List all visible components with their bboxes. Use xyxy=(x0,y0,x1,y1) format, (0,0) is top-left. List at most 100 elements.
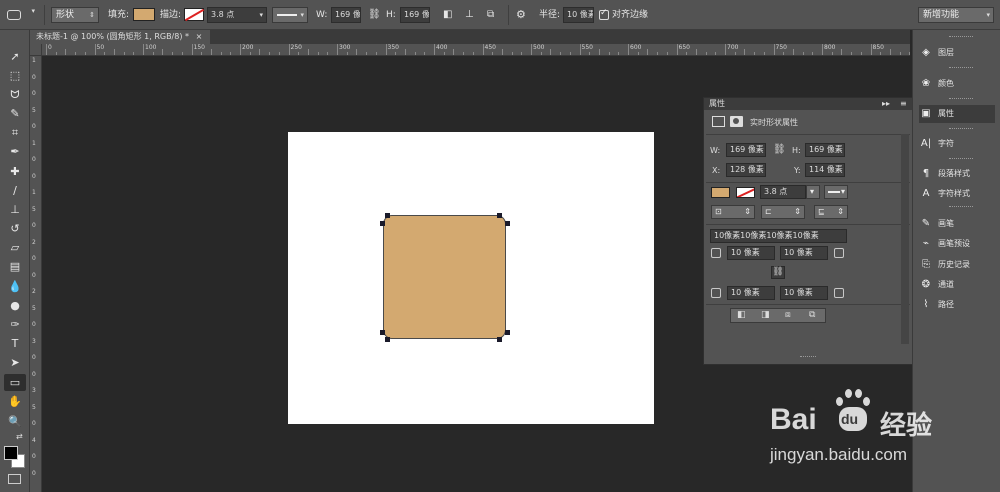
stroke-color-swatch[interactable] xyxy=(736,187,755,198)
dock-item-properties[interactable]: ▣ 属性 xyxy=(919,105,995,123)
link-icon[interactable]: ⛓ xyxy=(773,144,786,155)
dock-item-channels[interactable]: ❂ 通道 xyxy=(919,276,954,294)
stroke-width-dropdown[interactable]: ▾ xyxy=(806,185,820,199)
foreground-color-swatch[interactable] xyxy=(4,446,18,460)
stroke-caps-icon: ⊏ xyxy=(765,207,772,216)
dock-item-paragraph-styles[interactable]: ¶ 段落样式 xyxy=(919,165,970,183)
zoom-tool-icon[interactable]: 🔍 xyxy=(4,413,26,430)
collapse-icon[interactable]: ▸▸ xyxy=(882,98,890,110)
ruler-vertical[interactable]: 1 0 0 5 0 1 0 0 1 5 0 2 0 0 2 5 0 3 0 0 3 5 0 4 0 0 xyxy=(30,44,42,492)
corner-br-field[interactable]: 10 像素 xyxy=(780,286,828,300)
resize-grip-icon[interactable] xyxy=(800,356,816,358)
x-field[interactable]: 128 像素 xyxy=(726,163,766,177)
properties-panel-header[interactable]: 属性 ▸▸ ≡ xyxy=(704,98,912,110)
gradient-tool-icon[interactable]: ▤ xyxy=(4,258,26,275)
close-icon[interactable]: × xyxy=(196,32,203,41)
dock-item-paths[interactable]: ⌇ 路径 xyxy=(919,296,954,314)
hand-tool-icon[interactable]: ✋ xyxy=(4,393,26,410)
dock-item-character-styles[interactable]: A 字符样式 xyxy=(919,185,970,203)
link-icon[interactable]: ⛓ xyxy=(368,7,381,23)
move-tool-icon[interactable]: ➚ xyxy=(4,48,26,65)
mask-properties-icon[interactable] xyxy=(730,116,743,127)
dock-item-color[interactable]: ❀ 颜色 xyxy=(919,75,954,93)
pen-tool-icon[interactable]: ✑ xyxy=(4,316,26,333)
corner-bl-checkbox[interactable] xyxy=(711,288,721,298)
fill-color-swatch[interactable] xyxy=(711,187,730,198)
stroke-type-select[interactable]: ▾ xyxy=(272,7,308,23)
stroke-corners-select[interactable]: ⊑ ⇕ xyxy=(814,205,848,219)
ruler-horizontal[interactable]: 0 50 100 150 200 250 300 350 400 450 500 550 600 650 7… xyxy=(42,44,910,56)
align-edges-checkbox[interactable]: ✓ xyxy=(599,8,609,20)
marquee-tool-icon[interactable]: ⬚ xyxy=(4,67,26,84)
ruler-label: 0 xyxy=(32,73,36,81)
panel-scrollbar[interactable] xyxy=(901,134,909,344)
corner-tr-checkbox[interactable] xyxy=(834,248,844,258)
subtract-shape-icon[interactable]: ◨ xyxy=(761,310,770,320)
path-arrangement-icon[interactable]: ⧉ xyxy=(487,7,494,23)
healing-brush-tool-icon[interactable]: ✚ xyxy=(4,163,26,180)
document-tab[interactable]: 未标题-1 @ 100% (圆角矩形 1, RGB/8) * × xyxy=(30,30,210,44)
path-select-tool-icon[interactable]: ➤ xyxy=(4,354,26,371)
quick-select-tool-icon[interactable]: ✎ xyxy=(4,105,26,122)
gear-icon[interactable]: ⚙ xyxy=(516,7,526,23)
anchor-point[interactable] xyxy=(380,330,385,335)
path-operations-icon[interactable]: ◧ xyxy=(443,7,452,23)
stroke-width-field[interactable]: 3.8 点 ▾ xyxy=(207,7,267,23)
blur-tool-icon[interactable]: 💧 xyxy=(4,278,26,295)
height-field[interactable]: 169 像 xyxy=(400,7,430,23)
corner-tr-field[interactable]: 10 像素 xyxy=(780,246,828,260)
path-alignment-icon[interactable]: ⊥ xyxy=(465,7,474,23)
corner-br-checkbox[interactable] xyxy=(834,288,844,298)
corner-radius-all-field[interactable]: 10像素10像素10像素10像素 xyxy=(710,229,847,243)
tool-preset-picker[interactable]: ▾ xyxy=(4,7,38,23)
eyedropper-tool-icon[interactable]: ✒ xyxy=(4,143,26,160)
stamp-tool-icon[interactable]: ⊥ xyxy=(4,201,26,218)
dock-item-character[interactable]: A| 字符 xyxy=(919,135,954,153)
rounded-rectangle-shape[interactable] xyxy=(383,215,506,339)
stroke-caps-select[interactable]: ⊏ ⇕ xyxy=(761,205,805,219)
fill-color-swatch[interactable] xyxy=(133,8,155,21)
swap-colors-icon[interactable]: ⇄ xyxy=(16,432,23,441)
dock-item-brush-presets[interactable]: ⌁ 画笔预设 xyxy=(919,235,970,253)
width-field[interactable]: 169 像 xyxy=(331,7,361,23)
quick-mask-icon[interactable] xyxy=(8,474,21,484)
lasso-tool-icon[interactable]: ᗢ xyxy=(4,86,26,103)
shape-properties-icon[interactable] xyxy=(712,116,725,127)
anchor-point[interactable] xyxy=(505,330,510,335)
radius-field[interactable]: 10 像素 xyxy=(563,7,594,23)
corner-tl-checkbox[interactable] xyxy=(711,248,721,258)
anchor-point[interactable] xyxy=(385,213,390,218)
dock-item-brush[interactable]: ✎ 画笔 xyxy=(919,215,954,233)
stroke-type-select[interactable]: ▾ xyxy=(824,185,848,199)
dock-item-history[interactable]: ⎘ 历史记录 xyxy=(919,256,970,274)
corner-bl-field[interactable]: 10 像素 xyxy=(727,286,775,300)
type-tool-icon[interactable]: T xyxy=(4,335,26,352)
crop-tool-icon[interactable]: ⌗ xyxy=(4,124,26,141)
ruler-origin[interactable] xyxy=(30,44,42,56)
workspace-select[interactable]: 新增功能 ▾ xyxy=(918,7,994,23)
anchor-point[interactable] xyxy=(380,221,385,226)
shape-tool-icon[interactable]: ▭ xyxy=(4,374,26,391)
panel-menu-icon[interactable]: ≡ xyxy=(900,98,907,110)
eraser-tool-icon[interactable]: ▱ xyxy=(4,239,26,256)
intersect-shape-icon[interactable]: ⧈ xyxy=(785,310,791,320)
anchor-point[interactable] xyxy=(505,221,510,226)
dock-item-layers[interactable]: ◈ 图层 xyxy=(919,44,954,62)
h-field[interactable]: 169 像素 xyxy=(805,143,845,157)
anchor-point[interactable] xyxy=(497,213,502,218)
dodge-tool-icon[interactable]: ● xyxy=(4,297,26,314)
stroke-width-field[interactable]: 3.8 点 xyxy=(760,185,806,199)
corner-tl-field[interactable]: 10 像素 xyxy=(727,246,775,260)
stroke-color-swatch[interactable] xyxy=(184,8,205,22)
exclude-shape-icon[interactable]: ⧉ xyxy=(809,310,815,320)
history-brush-tool-icon[interactable]: ↺ xyxy=(4,220,26,237)
brush-tool-icon[interactable]: ∕ xyxy=(4,182,26,199)
stroke-align-select[interactable]: ⊡ ⇕ xyxy=(711,205,755,219)
anchor-point[interactable] xyxy=(385,337,390,342)
w-field[interactable]: 169 像素 xyxy=(726,143,766,157)
y-field[interactable]: 114 像素 xyxy=(805,163,845,177)
link-corners-icon[interactable]: ⛓ xyxy=(771,266,785,279)
tool-mode-select[interactable]: 形状 ⇕ xyxy=(51,7,99,23)
combine-shapes-icon[interactable]: ◧ xyxy=(737,310,746,320)
anchor-point[interactable] xyxy=(497,337,502,342)
